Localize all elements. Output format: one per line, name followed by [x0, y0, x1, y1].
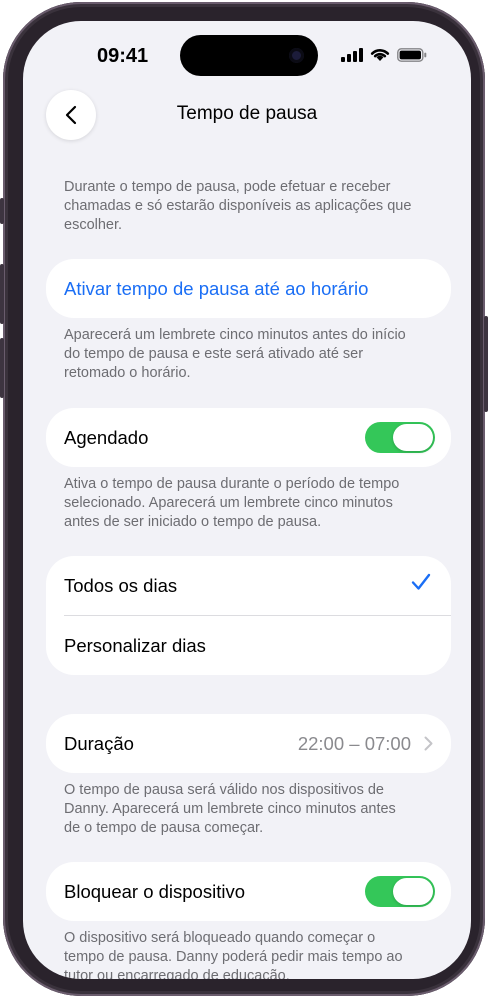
volume-up-button	[0, 264, 4, 324]
block-device-label: Bloquear o dispositivo	[64, 880, 245, 902]
toggle-knob	[393, 424, 433, 451]
action-button	[0, 198, 4, 224]
duration-label: Duração	[64, 732, 134, 754]
duration-note: O tempo de pausa será válido nos disposi…	[64, 782, 396, 836]
signal-icon	[341, 47, 363, 62]
page-title: Tempo de pausa	[176, 103, 318, 124]
scheduled-note: Ativa o tempo de pausa durante o período…	[64, 476, 400, 530]
screen: 09:41 Tempo de pausa Durante o tempo de …	[23, 21, 471, 979]
block-card: Bloquear o dispositivo	[46, 862, 451, 921]
dynamic-island	[180, 35, 318, 76]
scheduled-toggle[interactable]	[365, 422, 435, 453]
scheduled-card: Agendado	[46, 408, 451, 467]
duration-card: Duração 22:00 – 07:00	[46, 714, 451, 773]
volume-down-button	[0, 338, 4, 398]
days-option-custom[interactable]: Personalizar dias	[64, 615, 451, 675]
scheduled-label: Agendado	[64, 426, 149, 448]
activate-note: Aparecerá um lembrete cinco minutos ante…	[64, 327, 406, 381]
block-device-toggle[interactable]	[365, 876, 435, 907]
checkmark-icon	[411, 573, 431, 590]
intro-note: Durante o tempo de pausa, pode efetuar e…	[64, 179, 412, 233]
activate-card: Ativar tempo de pausa até ao horário	[46, 259, 451, 318]
wifi-icon	[370, 49, 390, 61]
status-time: 09:41	[97, 45, 149, 67]
activate-downtime-label: Ativar tempo de pausa até ao horário	[64, 277, 369, 299]
camera-icon	[289, 48, 304, 63]
days-option-every-day[interactable]: Todos os dias	[46, 556, 451, 615]
status-icons	[341, 47, 427, 62]
days-option-label: Personalizar dias	[64, 634, 206, 656]
battery-icon	[397, 47, 427, 62]
duration-row[interactable]: Duração 22:00 – 07:00	[46, 714, 451, 773]
power-button	[484, 316, 488, 412]
chevron-right-icon	[424, 736, 433, 751]
activate-downtime-button[interactable]: Ativar tempo de pausa até ao horário	[46, 259, 451, 318]
phone-frame: 09:41 Tempo de pausa Durante o tempo de …	[0, 2, 488, 996]
toggle-knob	[393, 878, 433, 905]
block-note: O dispositivo será bloqueado quando come…	[64, 930, 403, 979]
block-device-row: Bloquear o dispositivo	[46, 862, 451, 921]
days-card: Todos os dias Personalizar dias	[46, 556, 451, 675]
duration-value: 22:00 – 07:00	[297, 732, 411, 754]
scheduled-row: Agendado	[46, 408, 451, 467]
days-option-label: Todos os dias	[64, 574, 178, 596]
